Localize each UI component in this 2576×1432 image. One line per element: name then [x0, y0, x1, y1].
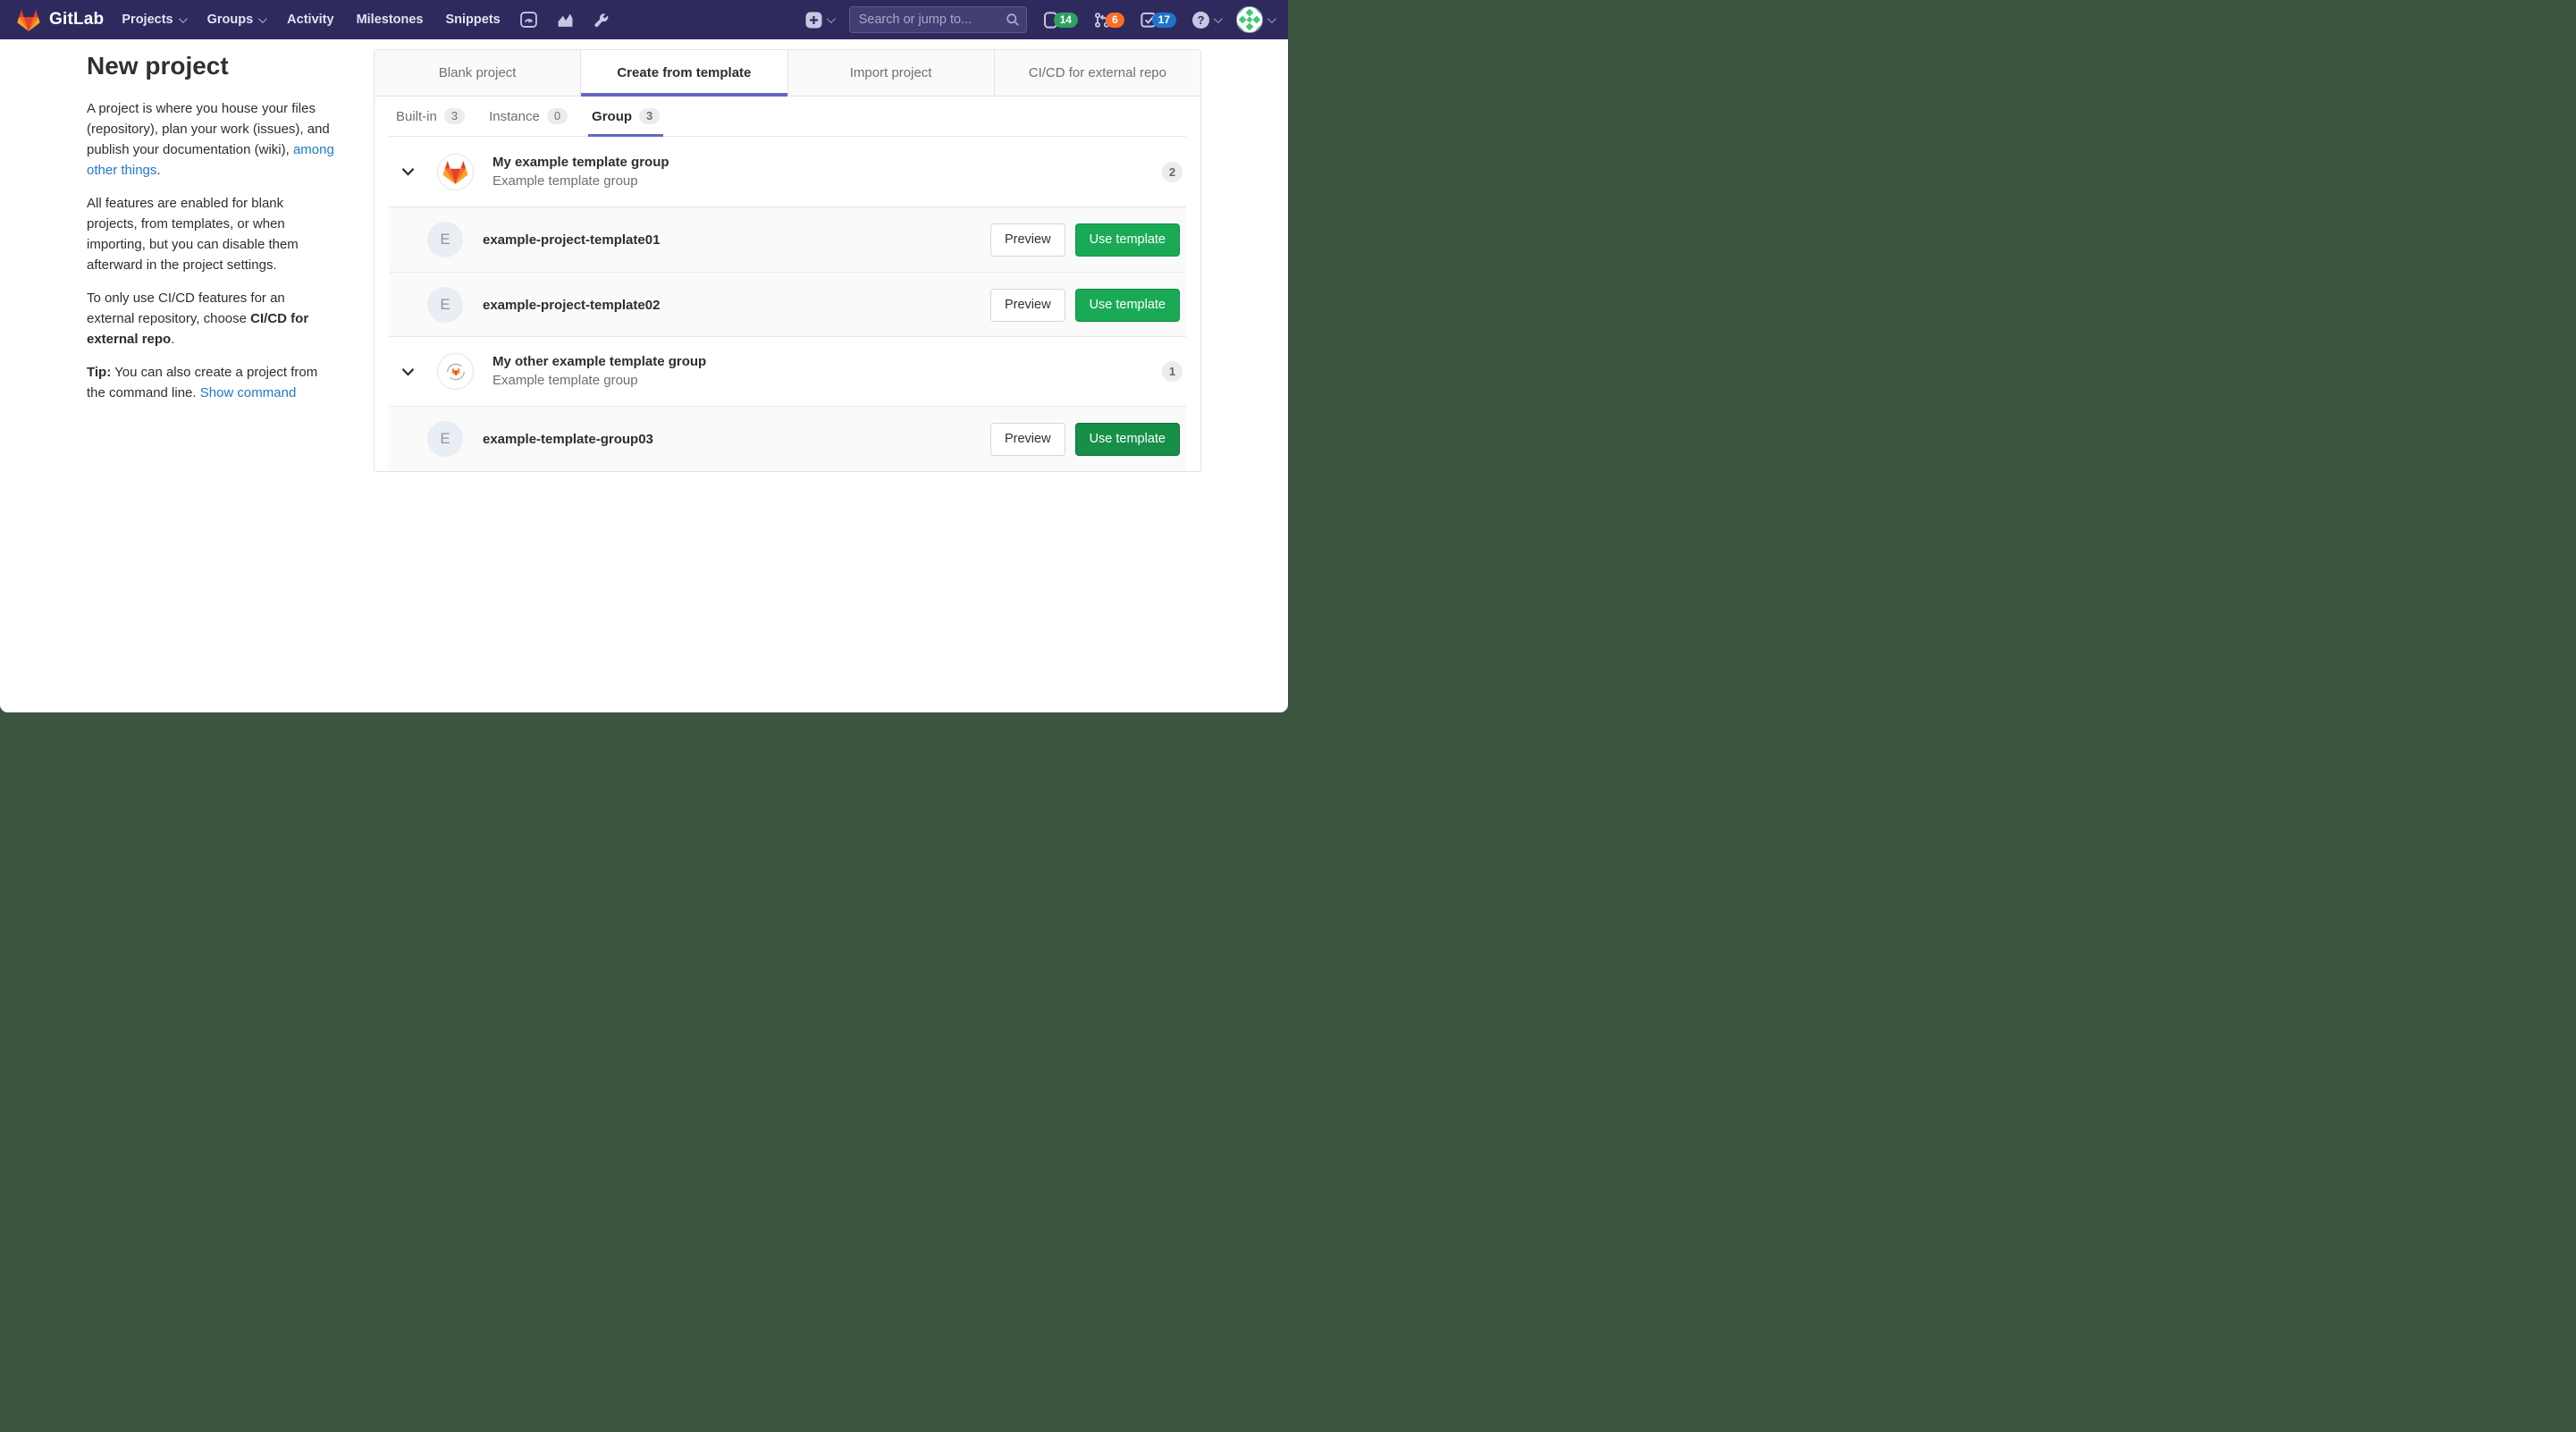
group-template-count-badge: 1	[1162, 361, 1183, 382]
issues-counter[interactable]: 14	[1043, 11, 1078, 29]
template-row: E example-template-group03 Preview Use t…	[389, 406, 1186, 471]
sketch-tanuki-icon	[446, 363, 465, 380]
template-initial-avatar: E	[427, 287, 463, 323]
chevron-down-icon	[1213, 13, 1223, 23]
nav-milestones[interactable]: Milestones	[357, 13, 424, 27]
group-description: Example template group	[492, 373, 638, 388]
use-template-button[interactable]: Use template	[1074, 223, 1180, 257]
wrench-icon[interactable]	[593, 13, 609, 28]
features-paragraph: All features are enabled for blank proje…	[87, 196, 299, 273]
group-name: My other example template group	[492, 354, 707, 369]
preview-button[interactable]: Preview	[989, 223, 1065, 257]
template-actions: Preview Use template	[989, 223, 1180, 257]
brand-name: GitLab	[49, 10, 105, 29]
group-header: My example template group Example templa…	[389, 137, 1186, 206]
subtab-instance[interactable]: Instance 0	[489, 108, 568, 136]
gitlab-logo-icon	[17, 9, 40, 31]
todos-count-badge: 17	[1151, 12, 1176, 28]
todos-counter[interactable]: 17	[1140, 12, 1176, 28]
chevron-down-icon	[401, 367, 414, 376]
use-template-button[interactable]: Use template	[1074, 422, 1180, 456]
chevron-down-icon	[826, 13, 836, 23]
issues-count-badge: 14	[1053, 12, 1078, 28]
help-menu-button[interactable]: ?	[1192, 11, 1223, 29]
intro-paragraph: A project is where you house your files …	[87, 101, 334, 178]
help-icon: ?	[1192, 11, 1209, 29]
template-actions: Preview Use template	[989, 288, 1180, 322]
group-template-count-badge: 2	[1162, 161, 1183, 182]
show-command-link[interactable]: Show command	[200, 385, 297, 400]
nav-snippets[interactable]: Snippets	[446, 13, 501, 27]
tab-import-project[interactable]: Import project	[787, 50, 995, 97]
instance-count-badge: 0	[546, 108, 568, 124]
cicd-paragraph: To only use CI/CD features for an extern…	[87, 291, 309, 347]
template-initial-avatar: E	[427, 222, 463, 257]
chevron-down-icon	[1267, 13, 1276, 23]
chevron-down-icon	[258, 13, 268, 23]
navbar-right: 14 6 17 ?	[805, 6, 1276, 33]
template-name: example-project-template02	[483, 297, 661, 313]
search-icon	[1006, 13, 1020, 31]
group-description: Example template group	[492, 173, 638, 189]
plus-icon	[805, 12, 822, 28]
template-row: E example-project-template02 Preview Use…	[389, 272, 1186, 337]
gitlab-home-link[interactable]: GitLab	[16, 8, 104, 32]
group-avatar	[437, 153, 474, 190]
subtab-group[interactable]: Group 3	[588, 108, 664, 137]
tab-blank-project[interactable]: Blank project	[375, 50, 582, 97]
group-avatar	[437, 353, 474, 390]
template-name: example-template-group03	[483, 431, 653, 447]
top-navbar: GitLab Projects Groups Activity Mileston…	[0, 0, 1288, 39]
group-section: My example template group Example templa…	[389, 137, 1186, 337]
search-box	[848, 6, 1027, 33]
page-title: New project	[87, 52, 229, 80]
nav-groups[interactable]: Groups	[207, 13, 268, 27]
nav-activity[interactable]: Activity	[287, 13, 333, 27]
nav-projects[interactable]: Projects	[122, 13, 188, 27]
project-type-tabs: Blank project Create from template Impor…	[375, 50, 1200, 97]
nav-links: Projects Groups Activity Milestones Snip…	[122, 13, 500, 27]
group-name: My example template group	[492, 154, 669, 170]
new-project-sidebar: New project A project is where you house…	[87, 39, 335, 416]
collapse-group-button[interactable]	[400, 367, 416, 376]
built-in-count-badge: 3	[443, 108, 466, 124]
merge-requests-counter[interactable]: 6	[1094, 12, 1124, 29]
new-menu-button[interactable]	[805, 12, 836, 29]
template-row: E example-project-template01 Preview Use…	[389, 206, 1186, 272]
use-template-button[interactable]: Use template	[1074, 288, 1180, 322]
preview-button[interactable]: Preview	[989, 288, 1065, 322]
template-initial-avatar: E	[427, 421, 463, 457]
search-input[interactable]	[848, 6, 1027, 33]
main-content: New project A project is where you house…	[0, 39, 1288, 712]
chevron-down-icon	[401, 168, 414, 176]
gitlab-tanuki-icon	[442, 160, 468, 184]
charts-icon[interactable]	[557, 13, 574, 28]
chevron-down-icon	[178, 13, 188, 23]
dashboard-icon[interactable]	[519, 12, 537, 28]
group-header: My other example template group Example …	[389, 336, 1186, 406]
group-section: My other example template group Example …	[389, 336, 1186, 471]
collapse-group-button[interactable]	[400, 167, 416, 176]
template-actions: Preview Use template	[989, 422, 1180, 456]
template-source-tabs: Built-in 3 Instance 0 Group 3	[389, 97, 1186, 137]
group-header-text: My example template group Example templa…	[492, 154, 669, 190]
merge-requests-count-badge: 6	[1105, 12, 1124, 28]
user-menu-button[interactable]	[1236, 6, 1276, 33]
browser-window: GitLab Projects Groups Activity Mileston…	[0, 0, 1288, 712]
group-header-text: My other example template group Example …	[492, 353, 706, 390]
tab-create-from-template[interactable]: Create from template	[581, 50, 788, 97]
tip-paragraph: Tip: You can also create a project from …	[87, 365, 318, 400]
tab-cicd-external-repo[interactable]: CI/CD for external repo	[994, 50, 1200, 97]
group-count-badge: 3	[639, 108, 661, 124]
template-panel-body: Built-in 3 Instance 0 Group 3 My example…	[375, 97, 1200, 471]
template-name: example-project-template01	[483, 232, 661, 248]
user-avatar	[1236, 6, 1263, 33]
new-project-panel: Blank project Create from template Impor…	[374, 49, 1201, 472]
preview-button[interactable]: Preview	[989, 422, 1065, 456]
nav-icon-buttons	[519, 12, 609, 28]
subtab-built-in[interactable]: Built-in 3	[396, 108, 466, 136]
